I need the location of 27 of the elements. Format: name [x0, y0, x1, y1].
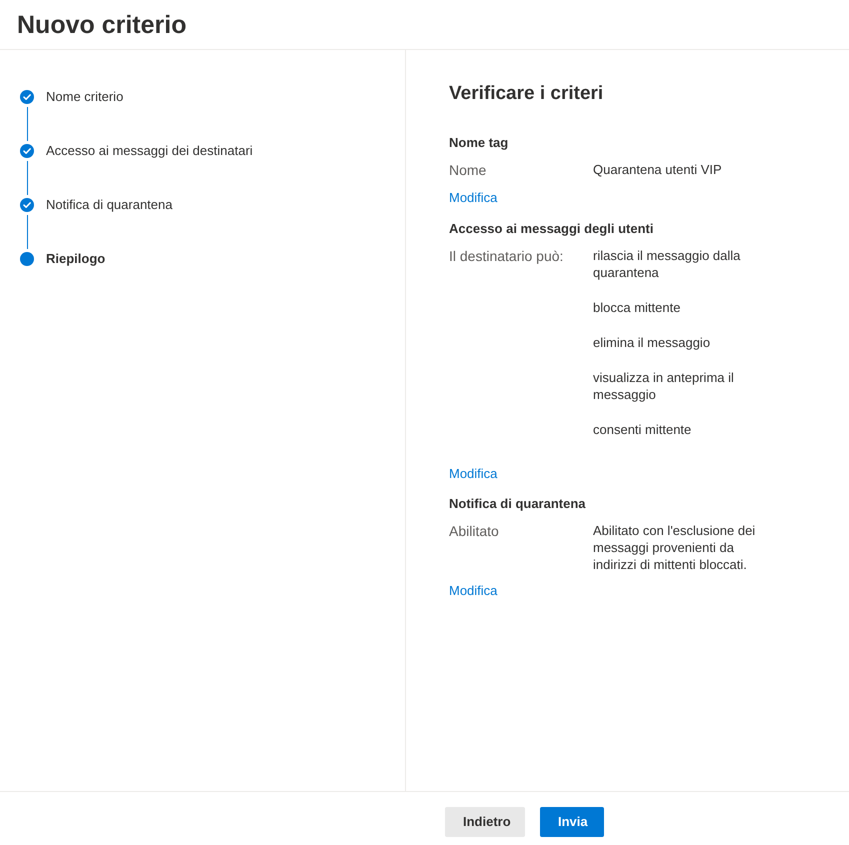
- field-value: Abilitato con l'esclusione dei messaggi provenienti da indirizzi di mittenti bloccati.: [593, 522, 756, 573]
- field-value: elimina il messaggio: [593, 334, 712, 350]
- back-button[interactable]: Indietro: [445, 807, 525, 837]
- field-value: Quarantena utenti VIP: [593, 161, 723, 178]
- edit-link[interactable]: Modifica: [449, 582, 498, 600]
- submit-button[interactable]: Invia: [540, 807, 604, 837]
- step-label: Notifica di quarantena: [46, 196, 172, 214]
- field-value: consenti mittente: [593, 420, 692, 438]
- step-connector-line: [26, 215, 28, 249]
- field-label: Nome: [449, 161, 488, 180]
- field-value: visualizza in anteprima il messaggio: [593, 368, 735, 402]
- field-value: rilascia il messaggio dalla quarantena: [593, 246, 742, 280]
- field-label: Abilitato: [449, 522, 500, 541]
- section-heading: Nome tag: [449, 134, 510, 152]
- field-label: Il destinatario può:: [449, 246, 564, 266]
- section-heading: Notifica di quarantena: [449, 495, 587, 513]
- section-heading: Accesso ai messaggi degli utenti: [449, 220, 654, 238]
- edit-link[interactable]: Modifica: [449, 464, 498, 482]
- step-connector-line: [26, 107, 28, 141]
- edit-link[interactable]: Modifica: [449, 189, 498, 207]
- step-label: Accesso ai messaggi dei destinatari: [46, 142, 253, 160]
- step-label: Nome criterio: [46, 88, 124, 106]
- page-title: Nuovo criterio: [17, 10, 186, 40]
- step-label: Riepilogo: [46, 250, 106, 268]
- review-title: Verificare i criteri: [449, 82, 604, 106]
- field-value: blocca mittente: [593, 298, 682, 316]
- step-connector-line: [26, 161, 28, 195]
